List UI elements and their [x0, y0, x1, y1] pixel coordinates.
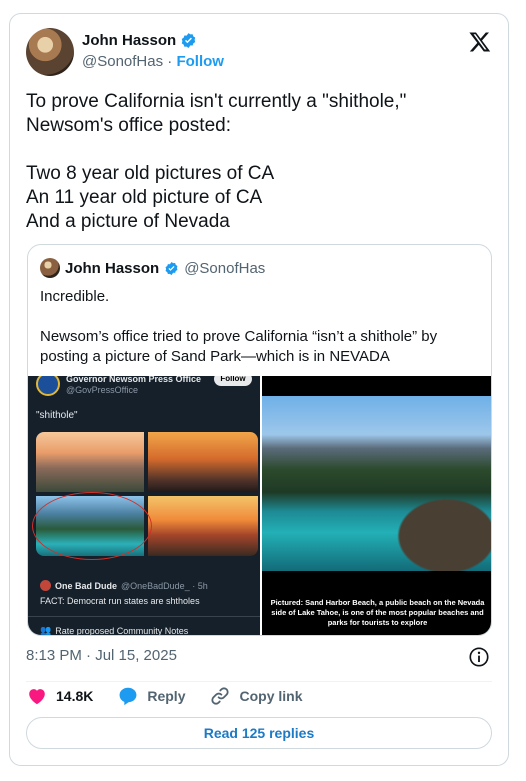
verified-badge-icon — [165, 261, 178, 275]
photo-caption: Pictured: Sand Harbor Beach, a public be… — [270, 598, 485, 627]
embedded-reply-handle: @OneBadDude_ · 5h — [121, 580, 208, 591]
embedded-reply-name: One Bad Dude — [55, 580, 118, 591]
verified-badge-icon — [181, 33, 196, 48]
action-bar: 14.8K Reply Copy link — [26, 685, 327, 707]
embedded-divider — [28, 616, 260, 617]
tweet-card: John Hasson @SonofHas · Follow To prove … — [9, 13, 509, 766]
quoted-tweet[interactable]: John Hasson @SonofHas Incredible. Newsom… — [27, 244, 492, 636]
quoted-author-handle: @SonofHas — [184, 259, 266, 277]
quoted-avatar — [40, 258, 60, 278]
like-button[interactable]: 14.8K — [26, 685, 93, 707]
link-icon — [211, 687, 230, 705]
copy-link-label: Copy link — [239, 688, 303, 704]
read-replies-button[interactable]: Read 125 replies — [26, 717, 492, 749]
photo-bixby-bridge — [148, 496, 258, 556]
info-icon[interactable] — [468, 646, 490, 668]
author-handle[interactable]: @SonofHas — [82, 53, 163, 70]
follow-link[interactable]: Follow — [176, 53, 224, 70]
tweet-timestamp[interactable]: 8:13 PM · Jul 15, 2025 — [26, 647, 177, 664]
embedded-reply-header: One Bad Dude @OneBadDude_ · 5h — [40, 580, 208, 591]
embedded-account-row: Governor Newsom Press Office @GovPressOf… — [36, 376, 201, 396]
like-count: 14.8K — [56, 688, 94, 704]
community-notes-label: Rate proposed Community Notes — [55, 625, 189, 636]
reply-avatar — [40, 580, 51, 591]
quoted-header: John Hasson @SonofHas — [40, 258, 265, 278]
reply-icon — [119, 687, 137, 706]
heart-icon — [29, 689, 45, 705]
reply-button[interactable]: Reply — [117, 685, 185, 707]
sand-harbor-photo — [262, 396, 491, 571]
author-avatar[interactable] — [26, 28, 74, 76]
copy-link-button[interactable]: Copy link — [209, 685, 303, 707]
photo-sf-street — [36, 432, 144, 492]
red-circle-annotation — [32, 492, 152, 560]
author-name[interactable]: John Hasson — [82, 32, 176, 49]
tweet-header: John Hasson @SonofHas · Follow — [26, 28, 492, 78]
embedded-reply-text: FACT: Democrat run states are shtholes — [40, 596, 200, 606]
tweet-text: To prove California isn't currently a "s… — [26, 91, 407, 232]
photo-palm-sunset — [148, 432, 258, 492]
quoted-author-name: John Hasson — [65, 259, 160, 277]
lake-photo-image[interactable]: Pictured: Sand Harbor Beach, a public be… — [262, 376, 491, 635]
embedded-follow-button: Follow — [214, 376, 252, 386]
quoted-text: Incredible. Newsom’s office tried to pro… — [40, 287, 477, 387]
embedded-account-name: Governor Newsom Press Office — [66, 376, 202, 384]
embedded-account-handle: @GovPressOffice — [66, 384, 138, 395]
screenshot-image[interactable]: Governor Newsom Press Office @GovPressOf… — [28, 376, 260, 636]
governor-seal-avatar — [36, 376, 60, 396]
reply-label: Reply — [147, 688, 186, 704]
author-block: John Hasson @SonofHas · Follow — [82, 32, 224, 70]
embedded-photo-grid — [32, 432, 258, 560]
community-notes-icon: 👥 — [40, 625, 52, 635]
quoted-line-1: Incredible. — [40, 288, 110, 305]
embedded-post-text: "shithole" — [36, 410, 78, 421]
quoted-line-2: Newsom’s office tried to prove Californi… — [40, 328, 438, 365]
x-logo-icon[interactable] — [468, 30, 492, 54]
community-notes-row: 👥 Rate proposed Community Notes — [40, 625, 189, 636]
tweet-divider — [26, 681, 492, 682]
quoted-media[interactable]: Governor Newsom Press Office @GovPressOf… — [28, 376, 491, 636]
